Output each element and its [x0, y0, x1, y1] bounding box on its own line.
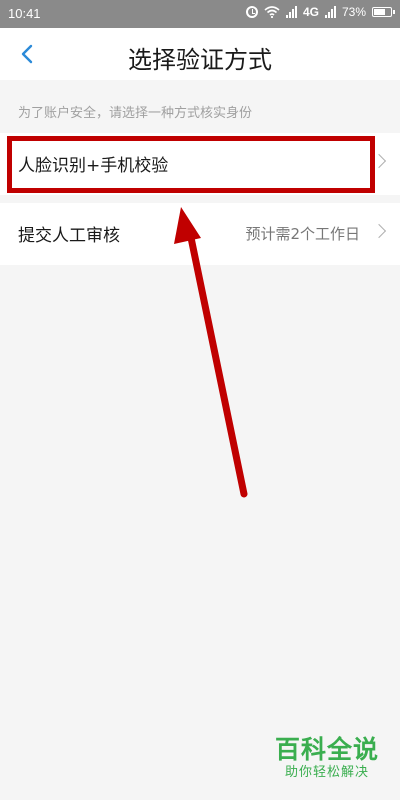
watermark-logo: 百科全说 助你轻松解决	[262, 736, 392, 790]
option-manual-review[interactable]: 提交人工审核 预计需2个工作日	[0, 195, 400, 265]
option-detail: 预计需2个工作日	[245, 225, 360, 243]
alarm-icon	[245, 6, 258, 18]
option-label: 提交人工审核	[18, 226, 120, 246]
option-face-recognition[interactable]: 人脸识别+手机校验	[0, 133, 400, 195]
header: 选择验证方式	[0, 28, 400, 80]
signal-icon-secondary	[324, 6, 336, 18]
chevron-right-icon	[371, 223, 387, 239]
verification-options: 人脸识别+手机校验 提交人工审核 预计需2个工作日	[0, 133, 400, 265]
network-label: 4G	[302, 5, 319, 19]
chevron-right-icon	[371, 153, 387, 169]
option-label: 人脸识别+手机校验	[18, 156, 169, 176]
page-title: 选择验证方式	[128, 46, 272, 74]
signal-icon	[285, 6, 297, 18]
hint-text: 为了账户安全，请选择一种方式核实身份	[18, 106, 253, 121]
screen: 10:41 4G 73% 选择验证方式 为了账户安全，请选择一种方式核实身份 人…	[0, 0, 400, 800]
status-icons: 4G 73%	[245, 5, 395, 19]
battery-fill	[374, 9, 385, 15]
status-bar: 10:41 4G 73%	[0, 0, 400, 28]
status-time: 10:41	[8, 6, 41, 21]
battery-icon	[372, 7, 395, 17]
wifi-icon	[264, 6, 280, 18]
battery-label: 73%	[341, 5, 366, 19]
watermark-subtitle: 助你轻松解决	[284, 765, 369, 780]
watermark-title: 百科全说	[274, 735, 379, 764]
